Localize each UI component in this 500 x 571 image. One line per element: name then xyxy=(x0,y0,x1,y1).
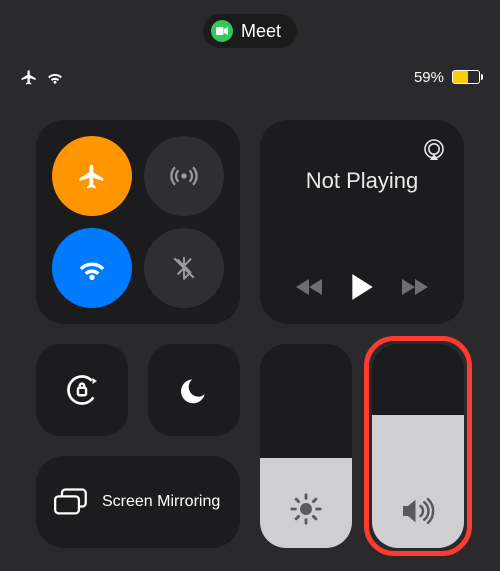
brightness-icon xyxy=(289,492,323,526)
battery-percent: 59% xyxy=(414,69,444,86)
screen-mirroring-label: Screen Mirroring xyxy=(102,493,220,511)
airplay-icon[interactable] xyxy=(422,138,446,162)
do-not-disturb-toggle[interactable] xyxy=(148,344,240,436)
active-app-label: Meet xyxy=(241,21,281,42)
active-app-pill[interactable]: Meet xyxy=(203,14,297,48)
antenna-icon xyxy=(169,161,199,191)
connectivity-tile xyxy=(36,120,240,324)
prev-track-button[interactable] xyxy=(296,277,324,297)
status-bar: 59% xyxy=(0,68,500,86)
video-icon xyxy=(216,26,228,36)
battery-icon xyxy=(452,70,480,84)
bluetooth-off-icon xyxy=(171,253,197,283)
screen-mirroring-icon xyxy=(54,488,88,516)
airplane-icon xyxy=(20,68,38,86)
media-tile[interactable]: Not Playing xyxy=(260,120,464,324)
rotation-lock-icon xyxy=(64,372,100,408)
small-toggles-row xyxy=(36,344,240,436)
wifi-icon xyxy=(46,70,64,84)
rotation-lock-toggle[interactable] xyxy=(36,344,128,436)
wifi-icon xyxy=(76,255,108,281)
play-button[interactable] xyxy=(349,272,375,302)
airplane-mode-toggle[interactable] xyxy=(52,136,132,216)
next-track-button[interactable] xyxy=(400,277,428,297)
wifi-toggle[interactable] xyxy=(52,228,132,308)
screen-mirroring-button[interactable]: Screen Mirroring xyxy=(36,456,240,548)
volume-slider[interactable] xyxy=(372,344,464,548)
camera-indicator-dot xyxy=(211,20,233,42)
moon-icon xyxy=(178,374,210,406)
airplane-icon xyxy=(77,161,107,191)
bluetooth-toggle[interactable] xyxy=(144,228,224,308)
brightness-slider[interactable] xyxy=(260,344,352,548)
cellular-data-toggle[interactable] xyxy=(144,136,224,216)
media-title: Not Playing xyxy=(278,168,446,194)
speaker-icon xyxy=(400,496,436,526)
